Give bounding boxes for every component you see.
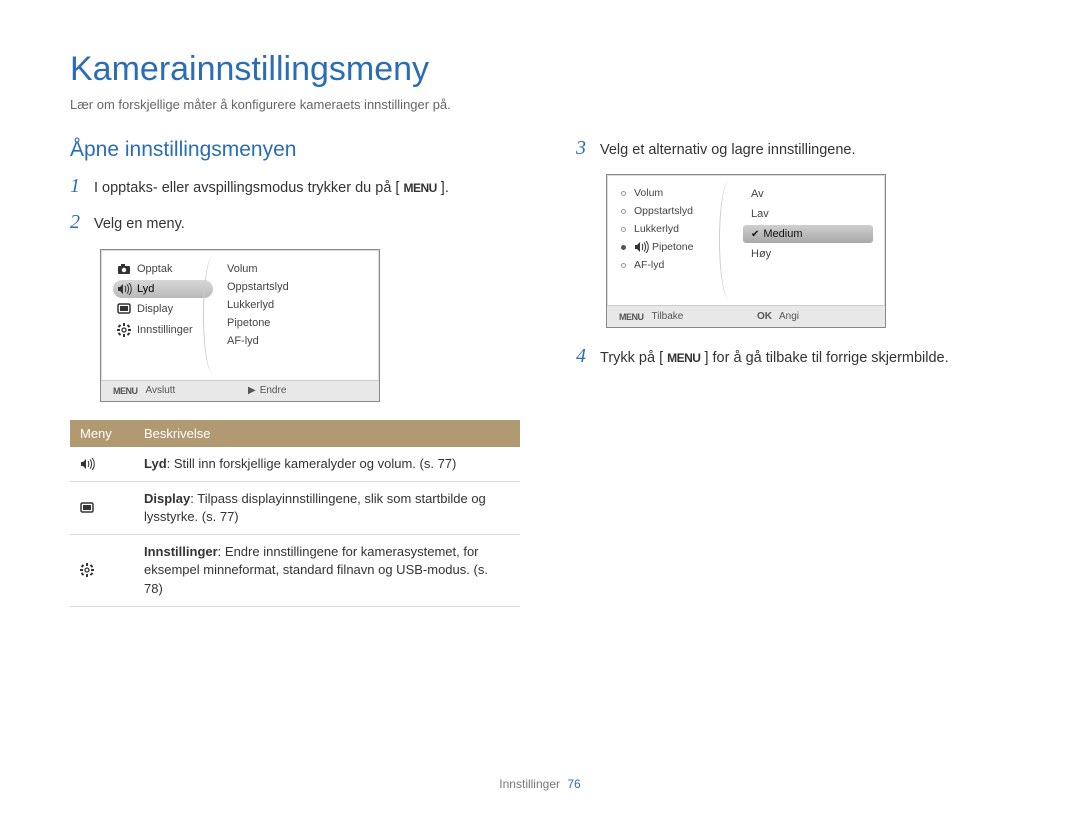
menu-item-label: Pipetone xyxy=(652,241,693,253)
bullet-icon xyxy=(621,245,626,250)
lcd-footer-left-label: Avslutt xyxy=(146,385,176,396)
option-label: Lav xyxy=(751,208,769,220)
step-3: 3 Velg et alternativ og lagre innstillin… xyxy=(576,138,1010,160)
sound-icon xyxy=(634,241,648,253)
section-heading: Åpne innstillingsmenyen xyxy=(70,138,520,162)
lcd-footer-left: MENU Avslutt xyxy=(101,381,240,401)
step-4-text-post: ] for å gå tilbake til forrige skjermbil… xyxy=(704,350,948,366)
menu-item-label: AF-lyd xyxy=(634,259,664,271)
step-2: 2 Velg en meny. xyxy=(70,212,520,234)
menu-category-label: Innstillinger xyxy=(137,324,193,336)
bullet-icon xyxy=(621,191,626,196)
option-label: Av xyxy=(751,188,764,200)
step-2-text: Velg en meny. xyxy=(94,212,520,234)
step-1-text-pre: I opptaks- eller avspillingsmodus trykke… xyxy=(94,180,399,196)
menu-category-lyd: Lyd xyxy=(113,280,213,298)
menu-item: AF-lyd xyxy=(619,257,729,273)
display-icon xyxy=(117,303,131,315)
menu-item: Pipetone xyxy=(225,314,367,332)
lcd-footer-right: ▶ Endre xyxy=(240,381,379,401)
sound-icon xyxy=(117,283,131,295)
step-number: 2 xyxy=(70,212,84,232)
menu-button-badge: MENU xyxy=(663,349,704,368)
lcd-footer-left-label: Tilbake xyxy=(652,311,684,322)
menu-category-label: Display xyxy=(137,303,173,315)
menu-description-table: Meny Beskrivelse Lyd: Still inn forskjel… xyxy=(70,420,520,607)
menu-category-display: Display xyxy=(113,300,213,318)
step-number: 3 xyxy=(576,138,590,158)
table-desc-cell: Lyd: Still inn forskjellige kameralyder … xyxy=(134,447,520,482)
menu-item: AF-lyd xyxy=(225,332,367,350)
gear-icon xyxy=(70,535,134,607)
menu-item: Oppstartslyd xyxy=(225,278,367,296)
gear-icon xyxy=(117,323,131,337)
menu-button-badge: MENU xyxy=(399,179,440,198)
option-lav: Lav xyxy=(743,205,873,223)
step-number: 4 xyxy=(576,346,590,366)
menu-item-label: Oppstartslyd xyxy=(634,205,693,217)
play-icon: ▶ xyxy=(248,385,256,396)
lcd-footer-right-label: Endre xyxy=(260,385,287,396)
table-desc-cell: Display: Tilpass displayinnstillingene, … xyxy=(134,481,520,534)
lcd-footer-left: MENU Tilbake xyxy=(607,306,746,327)
table-row: Lyd: Still inn forskjellige kameralyder … xyxy=(70,447,520,482)
lcd-footer-right-label: Angi xyxy=(779,311,799,322)
camera-screen-menu: Opptak Lyd Display Innstillinger VolumOppst… xyxy=(100,249,380,402)
footer-section: Innstillinger xyxy=(499,777,560,791)
page-subtitle: Lær om forskjellige måter å konfigurere … xyxy=(70,97,1010,112)
table-row: Display: Tilpass displayinnstillingene, … xyxy=(70,481,520,534)
camera-screen-options: Volum Oppstartslyd Lukkerlyd Pipetone AF-lyd… xyxy=(606,174,886,328)
menu-item: Volum xyxy=(225,260,367,278)
sound-icon xyxy=(70,447,134,482)
step-4-text-pre: Trykk på [ xyxy=(600,350,663,366)
page-footer: Innstillinger 76 xyxy=(0,777,1080,791)
checkmark-icon: ✔ xyxy=(751,229,759,240)
menu-item: Oppstartslyd xyxy=(619,203,729,219)
step-3-text: Velg et alternativ og lagre innstillinge… xyxy=(600,138,1010,160)
option-label: Medium xyxy=(763,228,802,240)
option-høy: Høy xyxy=(743,245,873,263)
menu-item-label: Volum xyxy=(634,187,663,199)
menu-category-label: Opptak xyxy=(137,263,172,275)
step-1-text-post: ]. xyxy=(441,180,449,196)
page-title: Kamerainnstillingsmeny xyxy=(70,50,1010,89)
table-desc-cell: Innstillinger: Endre innstillingene for … xyxy=(134,535,520,607)
display-icon xyxy=(70,481,134,534)
menu-badge-icon: MENU xyxy=(109,385,142,397)
menu-item: Lukkerlyd xyxy=(619,221,729,237)
option-medium: ✔ Medium xyxy=(743,225,873,243)
step-1: 1 I opptaks- eller avspillingsmodus tryk… xyxy=(70,176,520,198)
step-4: 4 Trykk på [MENU] for å gå tilbake til f… xyxy=(576,346,1010,368)
menu-badge-icon: MENU xyxy=(615,311,648,323)
menu-item: Lukkerlyd xyxy=(225,296,367,314)
table-header-menu: Meny xyxy=(70,420,134,447)
bullet-icon xyxy=(621,263,626,268)
menu-item: Pipetone xyxy=(619,239,729,255)
footer-page-number: 76 xyxy=(567,777,580,791)
menu-category-label: Lyd xyxy=(137,283,154,295)
menu-category-innstillinger: Innstillinger xyxy=(113,320,213,340)
menu-item-label: Lukkerlyd xyxy=(634,223,679,235)
table-row: Innstillinger: Endre innstillingene for … xyxy=(70,535,520,607)
lcd-footer-right: OK Angi xyxy=(746,306,885,327)
ok-badge-icon: OK xyxy=(754,310,775,323)
menu-item: Volum xyxy=(619,185,729,201)
bullet-icon xyxy=(621,227,626,232)
step-number: 1 xyxy=(70,176,84,196)
option-av: Av xyxy=(743,185,873,203)
table-header-desc: Beskrivelse xyxy=(134,420,520,447)
menu-category-opptak: Opptak xyxy=(113,260,213,278)
camera-icon xyxy=(117,263,131,275)
option-label: Høy xyxy=(751,248,771,260)
bullet-icon xyxy=(621,209,626,214)
